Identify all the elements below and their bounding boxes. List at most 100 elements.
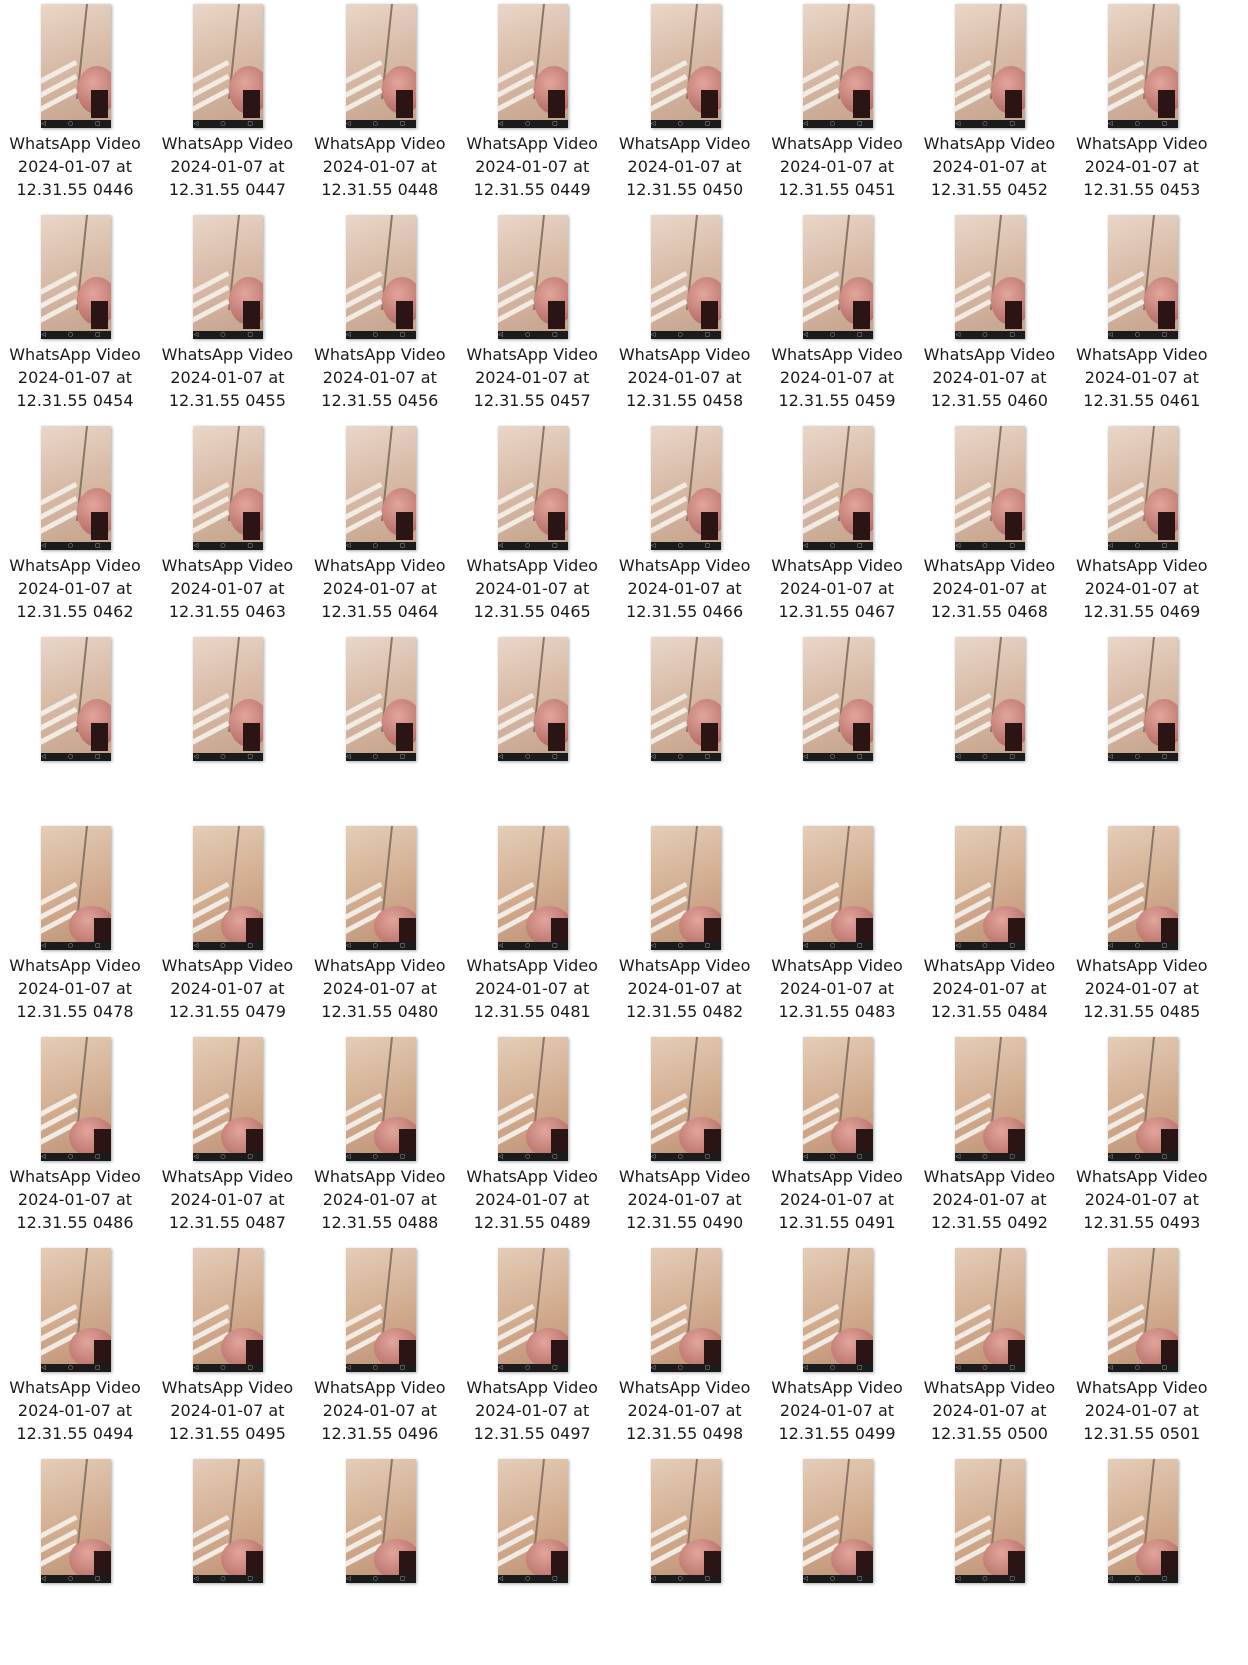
file-tile[interactable]: ◁ ○ ▢ (610, 633, 760, 843)
video-thumbnail[interactable]: ◁ ○ ▢ (498, 4, 569, 128)
video-thumbnail[interactable]: ◁ ○ ▢ (650, 4, 721, 128)
file-tile[interactable]: ◁ ○ ▢ WhatsApp Video 2024-01-07 at 12.31.… (914, 1244, 1064, 1454)
file-tile[interactable]: ◁ ○ ▢ WhatsApp Video 2024-01-07 at 12.31.… (1067, 1244, 1217, 1454)
file-tile[interactable]: ◁ ○ ▢ (0, 633, 150, 843)
video-thumbnail[interactable]: ◁ ○ ▢ (803, 1459, 873, 1583)
file-tile[interactable]: ◁ ○ ▢ WhatsApp Video 2024-01-07 at 12.31.… (152, 1244, 302, 1454)
video-thumbnail[interactable]: ◁ ○ ▢ (193, 215, 264, 339)
file-tile[interactable]: ◁ ○ ▢ (762, 633, 912, 843)
video-thumbnail[interactable]: ◁ ○ ▢ (193, 1459, 264, 1583)
video-thumbnail[interactable]: ◁ ○ ▢ (650, 637, 721, 761)
video-thumbnail[interactable]: ◁ ○ ▢ (803, 1248, 873, 1372)
video-thumbnail[interactable]: ◁ ○ ▢ (955, 1248, 1026, 1372)
video-thumbnail[interactable]: ◁ ○ ▢ (1107, 1037, 1178, 1161)
video-thumbnail[interactable]: ◁ ○ ▢ (498, 1037, 569, 1161)
file-tile[interactable]: ◁ ○ ▢ WhatsApp Video 2024-01-07 at 12.31.… (305, 211, 455, 421)
file-tile[interactable]: ◁ ○ ▢ WhatsApp Video 2024-01-07 at 12.31.… (610, 822, 760, 1032)
video-thumbnail[interactable]: ◁ ○ ▢ (498, 1248, 569, 1372)
file-tile[interactable]: ◁ ○ ▢ WhatsApp Video 2024-01-07 at 12.31.… (914, 1033, 1064, 1243)
file-tile[interactable]: ◁ ○ ▢ WhatsApp Video 2024-01-07 at 12.31.… (305, 1244, 455, 1454)
file-tile[interactable]: ◁ ○ ▢ WhatsApp Video 2024-01-07 at 12.31.… (152, 822, 302, 1032)
file-tile[interactable]: ◁ ○ ▢ WhatsApp Video 2024-01-07 at 12.31.… (914, 822, 1064, 1032)
file-tile[interactable]: ◁ ○ ▢ WhatsApp Video 2024-01-07 at 12.31.… (457, 1244, 607, 1454)
video-thumbnail[interactable]: ◁ ○ ▢ (193, 1037, 264, 1161)
video-thumbnail[interactable]: ◁ ○ ▢ (955, 637, 1026, 761)
video-thumbnail[interactable]: ◁ ○ ▢ (803, 637, 873, 761)
file-tile[interactable]: ◁ ○ ▢ WhatsApp Video 2024-01-07 at 12.31.… (762, 1244, 912, 1454)
video-thumbnail[interactable]: ◁ ○ ▢ (41, 215, 111, 339)
file-tile[interactable]: ◁ ○ ▢ (1067, 633, 1217, 843)
file-tile[interactable]: ◁ ○ ▢ WhatsApp Video 2024-01-07 at 12.31.… (610, 1033, 760, 1243)
video-thumbnail[interactable]: ◁ ○ ▢ (650, 426, 721, 550)
video-thumbnail[interactable]: ◁ ○ ▢ (955, 826, 1026, 950)
video-thumbnail[interactable]: ◁ ○ ▢ (41, 637, 111, 761)
file-tile[interactable]: ◁ ○ ▢ WhatsApp Video 2024-01-07 at 12.31.… (914, 0, 1064, 210)
video-thumbnail[interactable]: ◁ ○ ▢ (193, 4, 264, 128)
video-thumbnail[interactable]: ◁ ○ ▢ (1107, 1248, 1178, 1372)
video-thumbnail[interactable]: ◁ ○ ▢ (345, 426, 416, 550)
video-thumbnail[interactable]: ◁ ○ ▢ (803, 826, 873, 950)
file-tile[interactable]: ◁ ○ ▢ WhatsApp Video 2024-01-07 at 12.31.… (1067, 422, 1217, 632)
video-thumbnail[interactable]: ◁ ○ ▢ (955, 1037, 1026, 1161)
file-tile[interactable]: ◁ ○ ▢ (152, 1455, 302, 1665)
file-tile[interactable]: ◁ ○ ▢ (914, 633, 1064, 843)
video-thumbnail[interactable]: ◁ ○ ▢ (1107, 426, 1178, 550)
video-thumbnail[interactable]: ◁ ○ ▢ (803, 4, 873, 128)
video-thumbnail[interactable]: ◁ ○ ▢ (193, 637, 264, 761)
video-thumbnail[interactable]: ◁ ○ ▢ (41, 1037, 111, 1161)
file-tile[interactable]: ◁ ○ ▢ WhatsApp Video 2024-01-07 at 12.31.… (762, 1033, 912, 1243)
video-thumbnail[interactable]: ◁ ○ ▢ (498, 637, 569, 761)
video-thumbnail[interactable]: ◁ ○ ▢ (650, 1037, 721, 1161)
file-tile[interactable]: ◁ ○ ▢ WhatsApp Video 2024-01-07 at 12.31.… (914, 422, 1064, 632)
video-thumbnail[interactable]: ◁ ○ ▢ (41, 1459, 111, 1583)
file-tile[interactable]: ◁ ○ ▢ WhatsApp Video 2024-01-07 at 12.31.… (0, 1033, 150, 1243)
file-tile[interactable]: ◁ ○ ▢ WhatsApp Video 2024-01-07 at 12.31.… (152, 211, 302, 421)
file-tile[interactable]: ◁ ○ ▢ WhatsApp Video 2024-01-07 at 12.31.… (762, 822, 912, 1032)
video-thumbnail[interactable]: ◁ ○ ▢ (955, 4, 1026, 128)
video-thumbnail[interactable]: ◁ ○ ▢ (41, 4, 111, 128)
video-thumbnail[interactable]: ◁ ○ ▢ (650, 826, 721, 950)
video-thumbnail[interactable]: ◁ ○ ▢ (1107, 826, 1178, 950)
video-thumbnail[interactable]: ◁ ○ ▢ (1107, 637, 1178, 761)
file-tile[interactable]: ◁ ○ ▢ WhatsApp Video 2024-01-07 at 12.31.… (914, 211, 1064, 421)
file-tile[interactable]: ◁ ○ ▢ WhatsApp Video 2024-01-07 at 12.31.… (457, 211, 607, 421)
file-tile[interactable]: ◁ ○ ▢ WhatsApp Video 2024-01-07 at 12.31.… (457, 1033, 607, 1243)
file-tile[interactable]: ◁ ○ ▢ WhatsApp Video 2024-01-07 at 12.31.… (305, 822, 455, 1032)
video-thumbnail[interactable]: ◁ ○ ▢ (650, 215, 721, 339)
file-tile[interactable]: ◁ ○ ▢ WhatsApp Video 2024-01-07 at 12.31.… (152, 0, 302, 210)
video-thumbnail[interactable]: ◁ ○ ▢ (41, 826, 111, 950)
file-tile[interactable]: ◁ ○ ▢ WhatsApp Video 2024-01-07 at 12.31.… (457, 0, 607, 210)
file-tile[interactable]: ◁ ○ ▢ WhatsApp Video 2024-01-07 at 12.31.… (152, 1033, 302, 1243)
file-tile[interactable]: ◁ ○ ▢ (305, 633, 455, 843)
file-tile[interactable]: ◁ ○ ▢ WhatsApp Video 2024-01-07 at 12.31.… (457, 422, 607, 632)
file-tile[interactable]: ◁ ○ ▢ WhatsApp Video 2024-01-07 at 12.31.… (0, 822, 150, 1032)
video-thumbnail[interactable]: ◁ ○ ▢ (193, 1248, 264, 1372)
video-thumbnail[interactable]: ◁ ○ ▢ (650, 1459, 721, 1583)
file-tile[interactable]: ◁ ○ ▢ WhatsApp Video 2024-01-07 at 12.31.… (762, 0, 912, 210)
file-tile[interactable]: ◁ ○ ▢ WhatsApp Video 2024-01-07 at 12.31.… (0, 211, 150, 421)
file-tile[interactable]: ◁ ○ ▢ WhatsApp Video 2024-01-07 at 12.31.… (610, 422, 760, 632)
file-tile[interactable]: ◁ ○ ▢ WhatsApp Video 2024-01-07 at 12.31.… (0, 0, 150, 210)
file-tile[interactable]: ◁ ○ ▢ (1067, 1455, 1217, 1665)
file-tile[interactable]: ◁ ○ ▢ (152, 633, 302, 843)
file-tile[interactable]: ◁ ○ ▢ WhatsApp Video 2024-01-07 at 12.31.… (1067, 211, 1217, 421)
file-tile[interactable]: ◁ ○ ▢ WhatsApp Video 2024-01-07 at 12.31.… (305, 0, 455, 210)
file-tile[interactable]: ◁ ○ ▢ WhatsApp Video 2024-01-07 at 12.31.… (762, 211, 912, 421)
video-thumbnail[interactable]: ◁ ○ ▢ (498, 826, 569, 950)
file-tile[interactable]: ◁ ○ ▢ WhatsApp Video 2024-01-07 at 12.31.… (1067, 0, 1217, 210)
file-tile[interactable]: ◁ ○ ▢ (762, 1455, 912, 1665)
video-thumbnail[interactable]: ◁ ○ ▢ (955, 426, 1026, 550)
video-thumbnail[interactable]: ◁ ○ ▢ (498, 215, 569, 339)
video-thumbnail[interactable]: ◁ ○ ▢ (955, 215, 1026, 339)
video-thumbnail[interactable]: ◁ ○ ▢ (498, 1459, 569, 1583)
video-thumbnail[interactable]: ◁ ○ ▢ (345, 637, 416, 761)
file-tile[interactable]: ◁ ○ ▢ WhatsApp Video 2024-01-07 at 12.31.… (610, 0, 760, 210)
file-tile[interactable]: ◁ ○ ▢ (457, 1455, 607, 1665)
video-thumbnail[interactable]: ◁ ○ ▢ (650, 1248, 721, 1372)
file-tile[interactable]: ◁ ○ ▢ WhatsApp Video 2024-01-07 at 12.31.… (610, 1244, 760, 1454)
video-thumbnail[interactable]: ◁ ○ ▢ (498, 426, 569, 550)
video-thumbnail[interactable]: ◁ ○ ▢ (1107, 1459, 1178, 1583)
video-thumbnail[interactable]: ◁ ○ ▢ (803, 1037, 873, 1161)
video-thumbnail[interactable]: ◁ ○ ▢ (345, 826, 416, 950)
file-tile[interactable]: ◁ ○ ▢ WhatsApp Video 2024-01-07 at 12.31.… (0, 422, 150, 632)
